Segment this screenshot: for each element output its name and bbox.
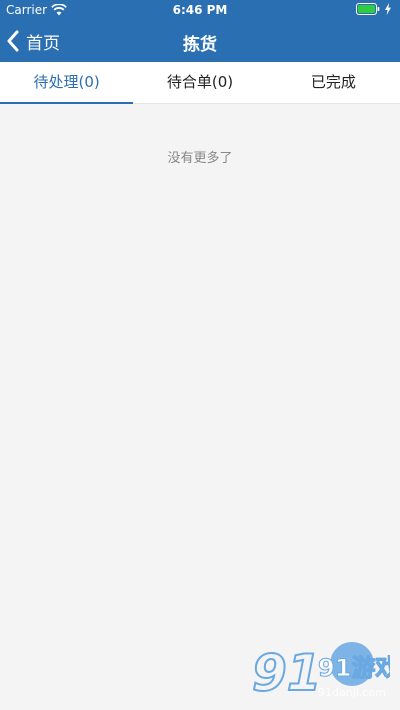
tab-bar: 待处理(0) 待合单(0) 已完成 (0, 62, 400, 104)
tab-pending[interactable]: 待处理(0) (0, 62, 134, 104)
empty-list-message: 没有更多了 (167, 151, 233, 166)
status-right-group (356, 3, 392, 15)
watermark-logo: 91 91游戏 91danji.com (251, 642, 390, 703)
watermark-url: 91danji.com (318, 686, 386, 699)
svg-text:91: 91 (252, 644, 322, 702)
page-title: 拣货 (183, 35, 217, 55)
tab-to-merge[interactable]: 待合单(0) (133, 62, 266, 103)
status-time: 6:46 PM (172, 3, 228, 17)
battery-icon (356, 3, 380, 15)
status-bar: Carrier 6:46 PM (0, 0, 400, 20)
charging-bolt-icon (385, 3, 391, 15)
watermark-brand: 91游戏 (318, 654, 390, 682)
app-header: Carrier 6:46 PM 首页 拣货 (0, 0, 400, 62)
navigation-bar: 首页 拣货 (0, 20, 400, 62)
tab-completed[interactable]: 已完成 (267, 62, 400, 103)
